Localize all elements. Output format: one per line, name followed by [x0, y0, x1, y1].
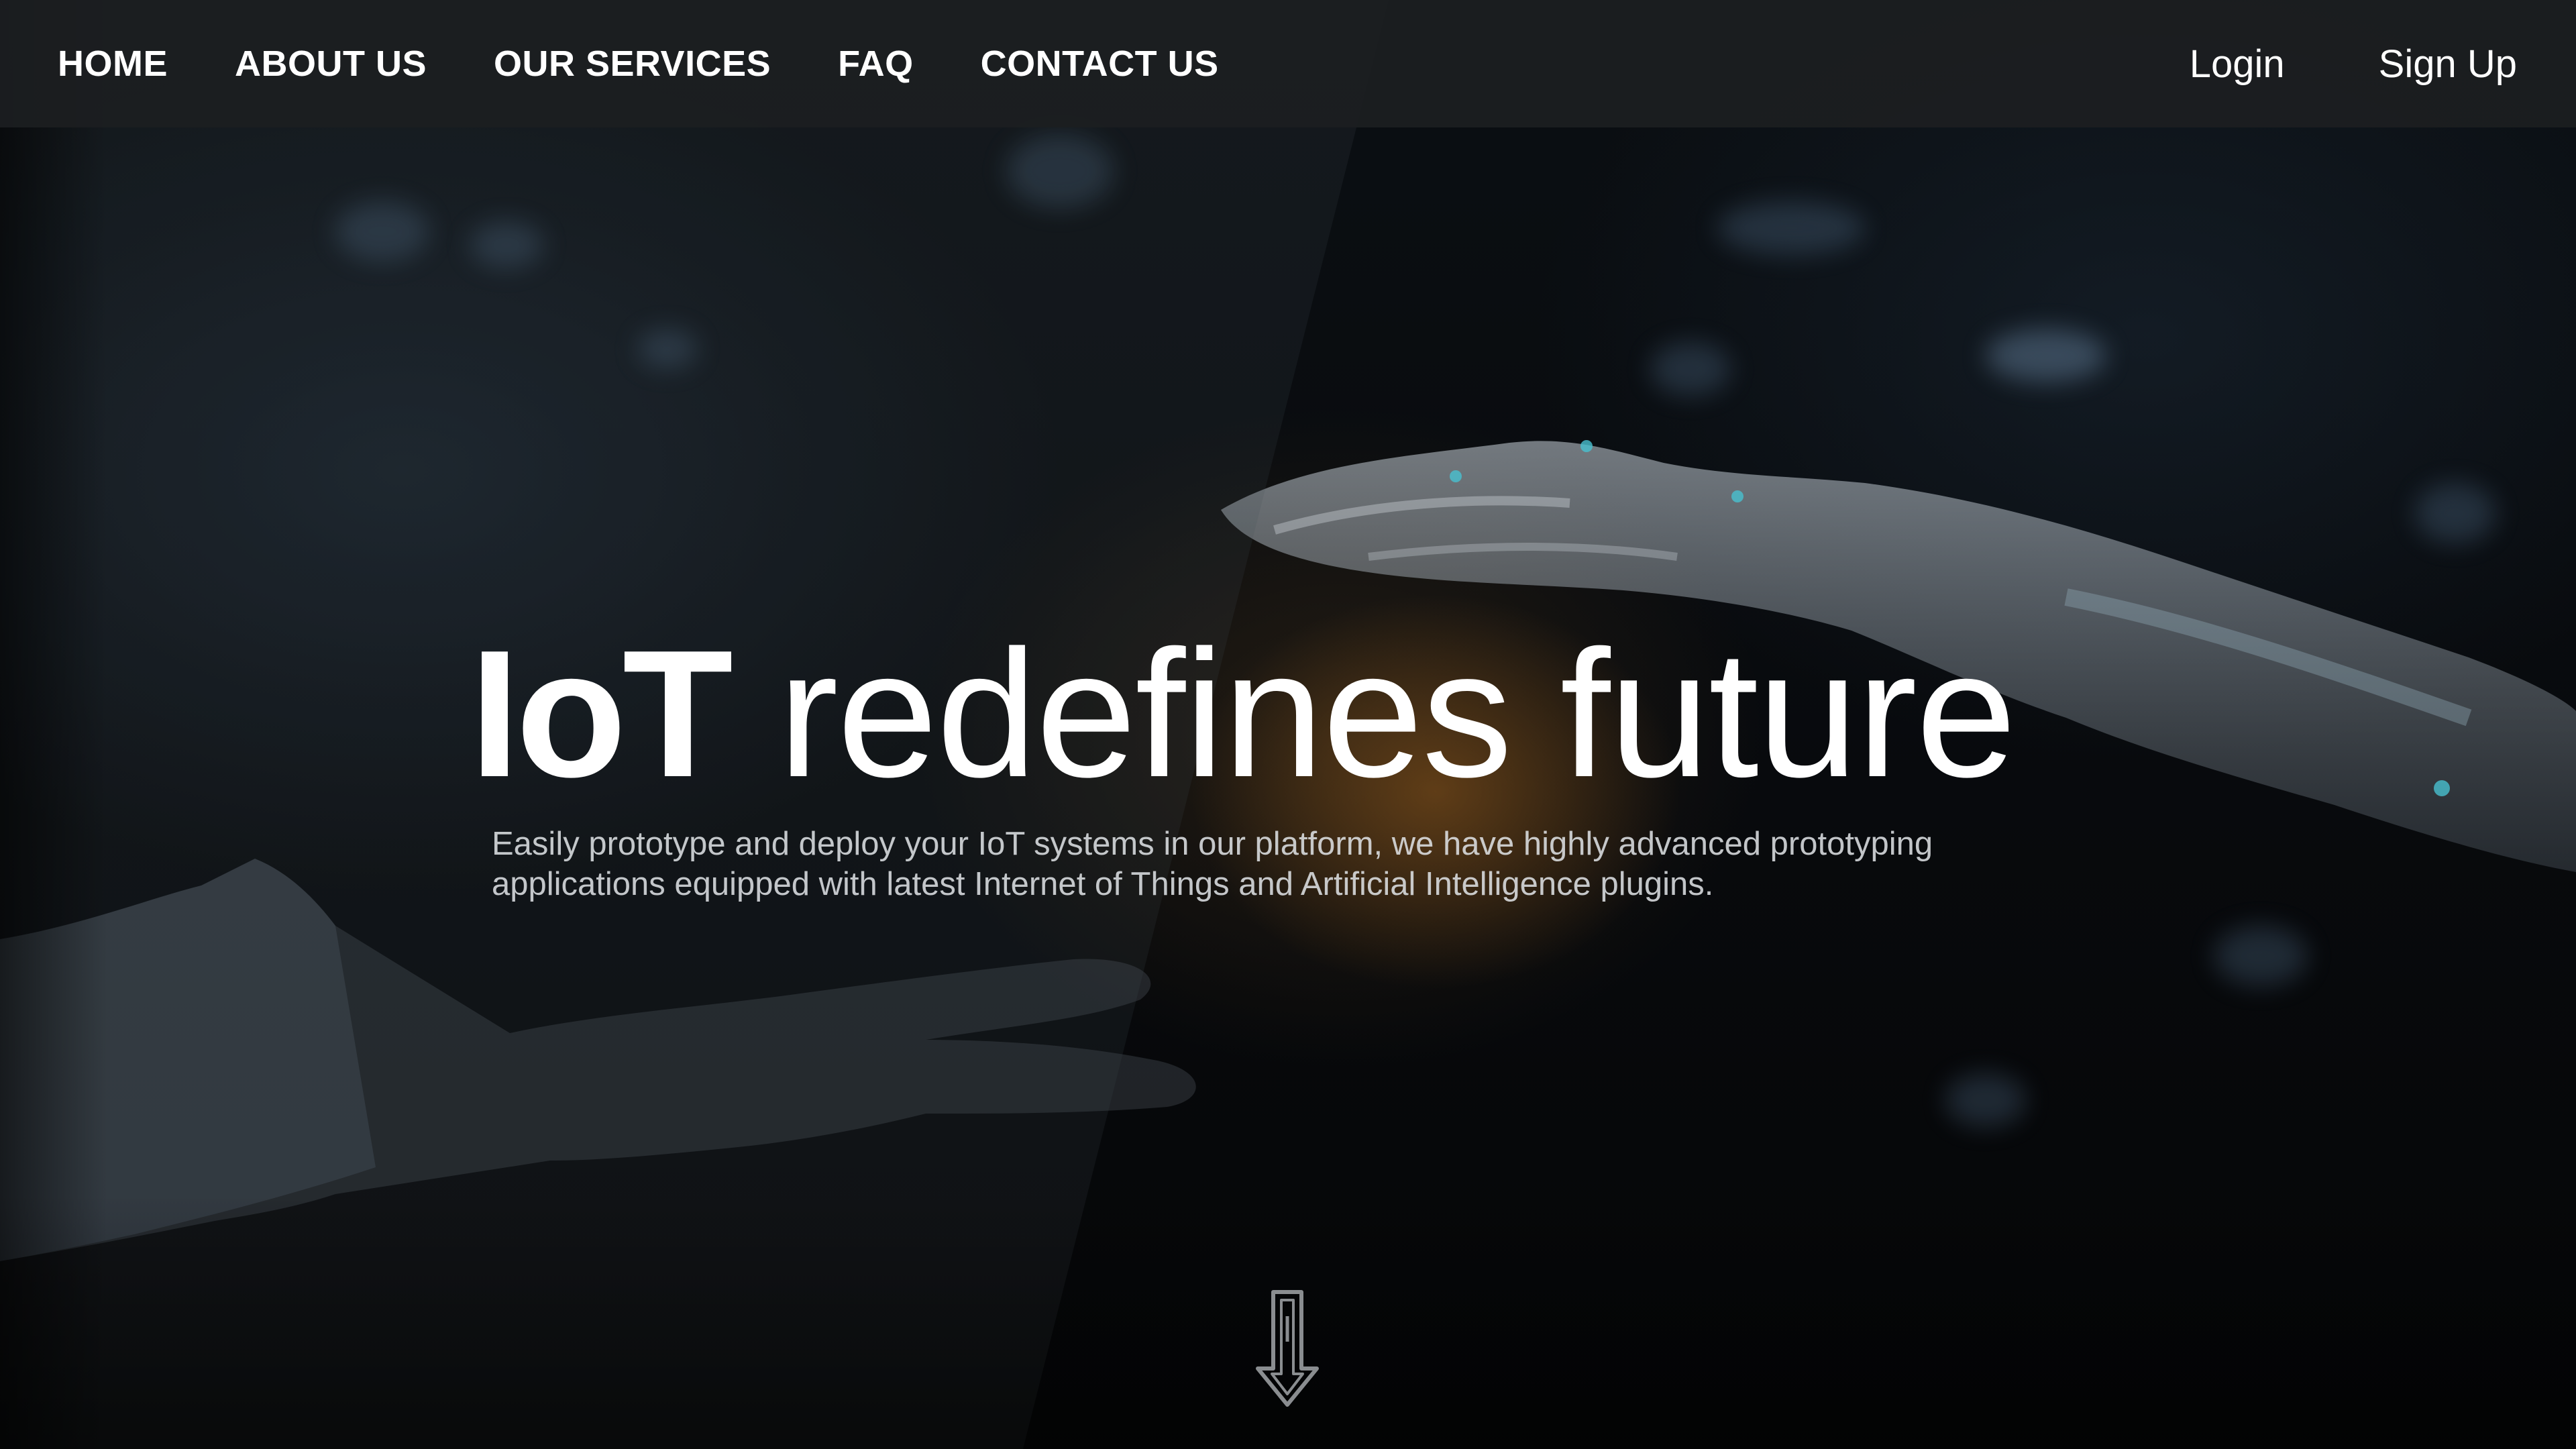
- hero-title: IoT redefines future: [470, 624, 2017, 805]
- hero-subtitle: Easily prototype and deploy your IoT sys…: [492, 826, 1933, 902]
- top-navbar: HOME ABOUT US OUR SERVICES FAQ CONTACT U…: [0, 0, 2576, 127]
- nav-contact-us-link[interactable]: CONTACT US: [981, 43, 1219, 85]
- nav-faq-link[interactable]: FAQ: [838, 43, 914, 85]
- nav-links: HOME ABOUT US OUR SERVICES FAQ CONTACT U…: [58, 43, 1219, 85]
- nav-about-us-link[interactable]: ABOUT US: [235, 43, 427, 85]
- nav-our-services-link[interactable]: OUR SERVICES: [494, 43, 771, 85]
- down-arrow-icon[interactable]: [1254, 1289, 1320, 1407]
- hero-title-rest: redefines future: [729, 613, 2017, 815]
- auth-links: Login Sign Up: [2190, 42, 2517, 87]
- login-link[interactable]: Login: [2190, 42, 2285, 87]
- nav-home-link[interactable]: HOME: [58, 43, 168, 85]
- signup-link[interactable]: Sign Up: [2379, 42, 2517, 87]
- hero-title-strong: IoT: [470, 613, 733, 815]
